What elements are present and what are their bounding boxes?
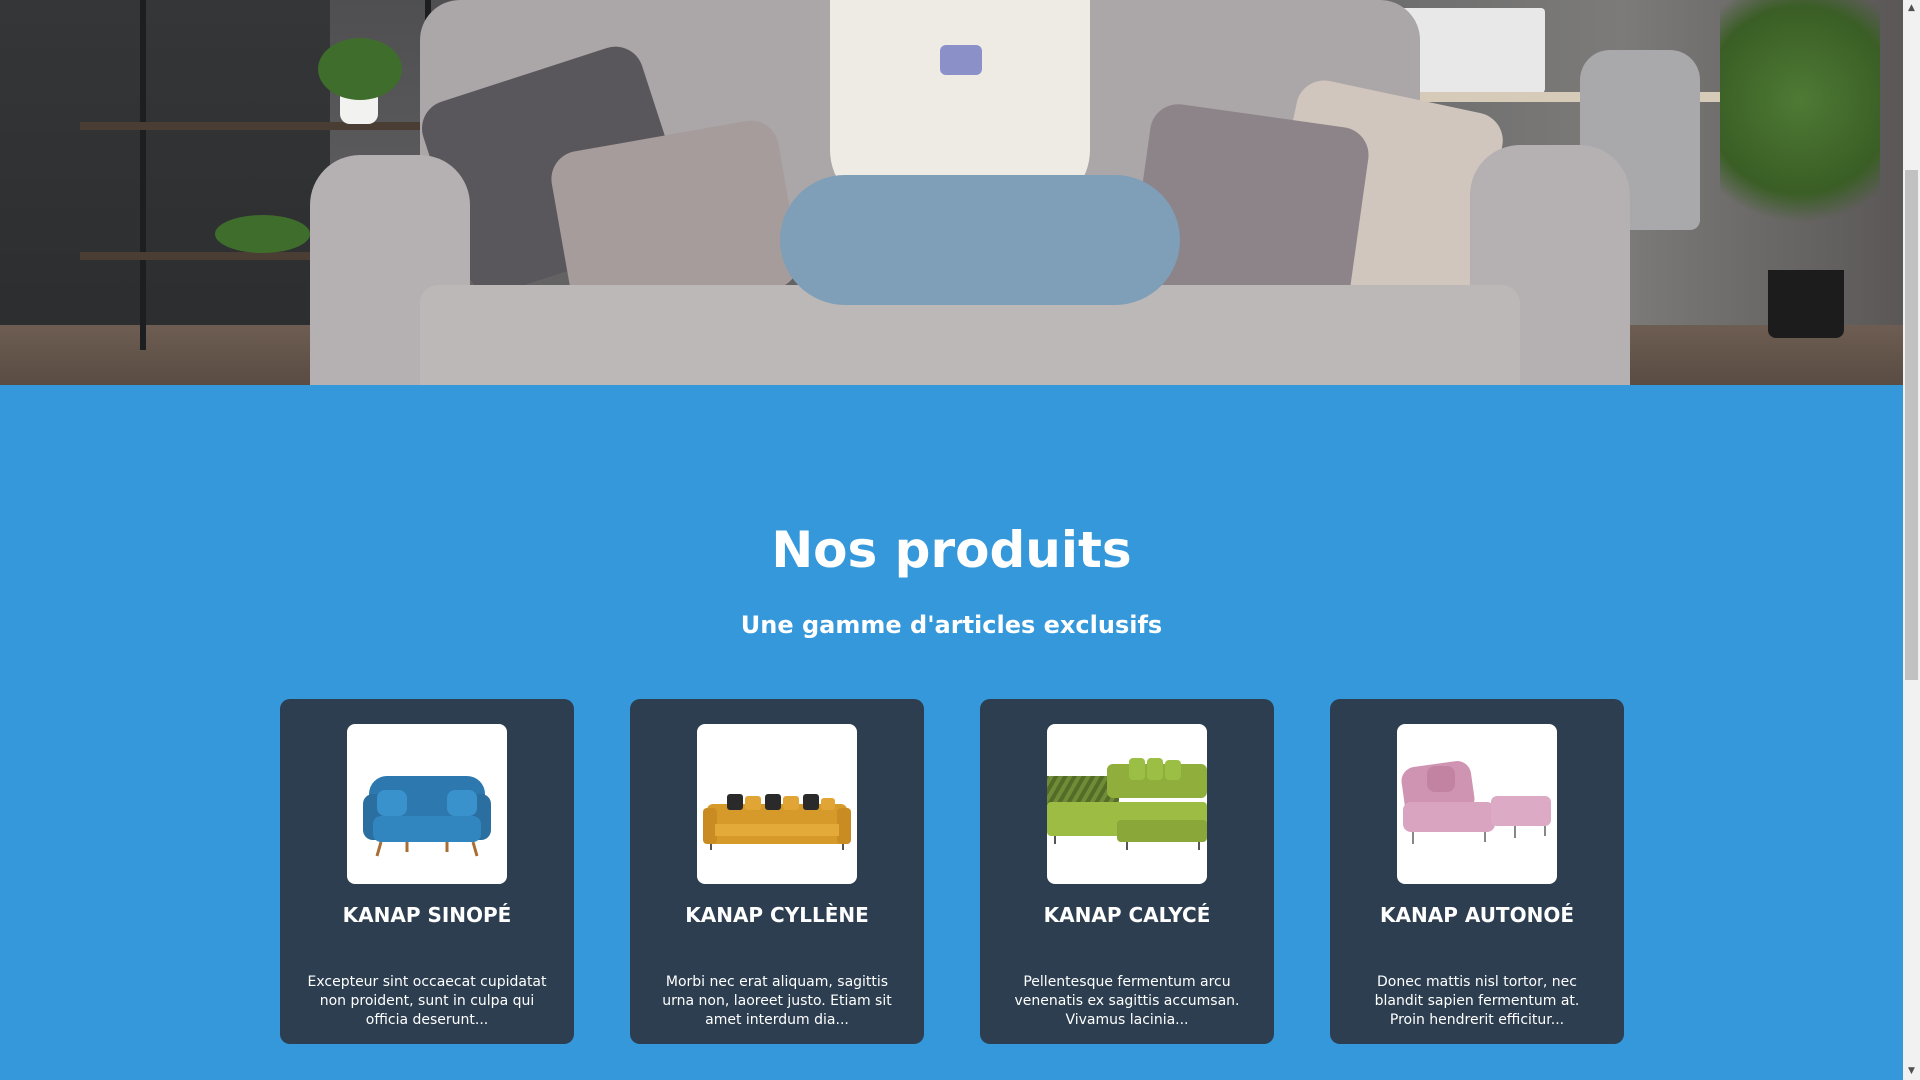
sofa-yellow-image <box>697 724 857 884</box>
page: Nos produits Une gamme d'articles exclus… <box>0 0 1920 1080</box>
product-card-calyce[interactable]: KANAP CALYCÉ Pellentesque fermentum arcu… <box>980 699 1274 1044</box>
scroll-up-arrow-icon[interactable]: ▲ <box>1903 0 1920 17</box>
product-card-cyllene[interactable]: KANAP CYLLÈNE Morbi nec erat aliquam, sa… <box>630 699 924 1044</box>
products-title: Nos produits <box>771 521 1132 579</box>
product-description: Excepteur sint occaecat cupidatat non pr… <box>307 974 547 1028</box>
sofa-blue-image-graphic <box>363 776 491 857</box>
product-description: Morbi nec erat aliquam, sagittis urna no… <box>662 974 892 1028</box>
scrollbar-thumb[interactable] <box>1905 170 1918 680</box>
sofa-pink-image <box>1397 724 1557 884</box>
product-card-sinope[interactable]: KANAP SINOPÉ Excepteur sint occaecat cup… <box>280 699 574 1044</box>
scroll-down-arrow-icon[interactable]: ▼ <box>1903 1063 1920 1080</box>
products-section: Nos produits Une gamme d'articles exclus… <box>0 385 1903 1080</box>
sofa-green-image <box>1047 724 1207 884</box>
sofa-pink-image-graphic <box>1401 761 1551 844</box>
sofa-green-image-graphic <box>1047 758 1207 850</box>
sofa-blue-image <box>347 724 507 884</box>
vertical-scrollbar[interactable]: ▲ ▼ <box>1903 0 1920 1080</box>
product-description: Pellentesque fermentum arcu venenatis ex… <box>1014 974 1240 1028</box>
product-name: KANAP AUTONOÉ <box>1380 903 1574 927</box>
hero-banner-image <box>0 0 1903 385</box>
product-name: KANAP SINOPÉ <box>342 903 512 927</box>
product-name: KANAP CALYCÉ <box>1043 903 1211 927</box>
products-subtitle: Une gamme d'articles exclusifs <box>740 611 1163 639</box>
product-card-autonoe[interactable]: KANAP AUTONOÉ Donec mattis nisl tortor, … <box>1330 699 1624 1044</box>
sofa-yellow-image-graphic <box>703 794 851 850</box>
product-description: Donec mattis nisl tortor, nec blandit sa… <box>1374 974 1580 1028</box>
product-name: KANAP CYLLÈNE <box>685 903 869 927</box>
